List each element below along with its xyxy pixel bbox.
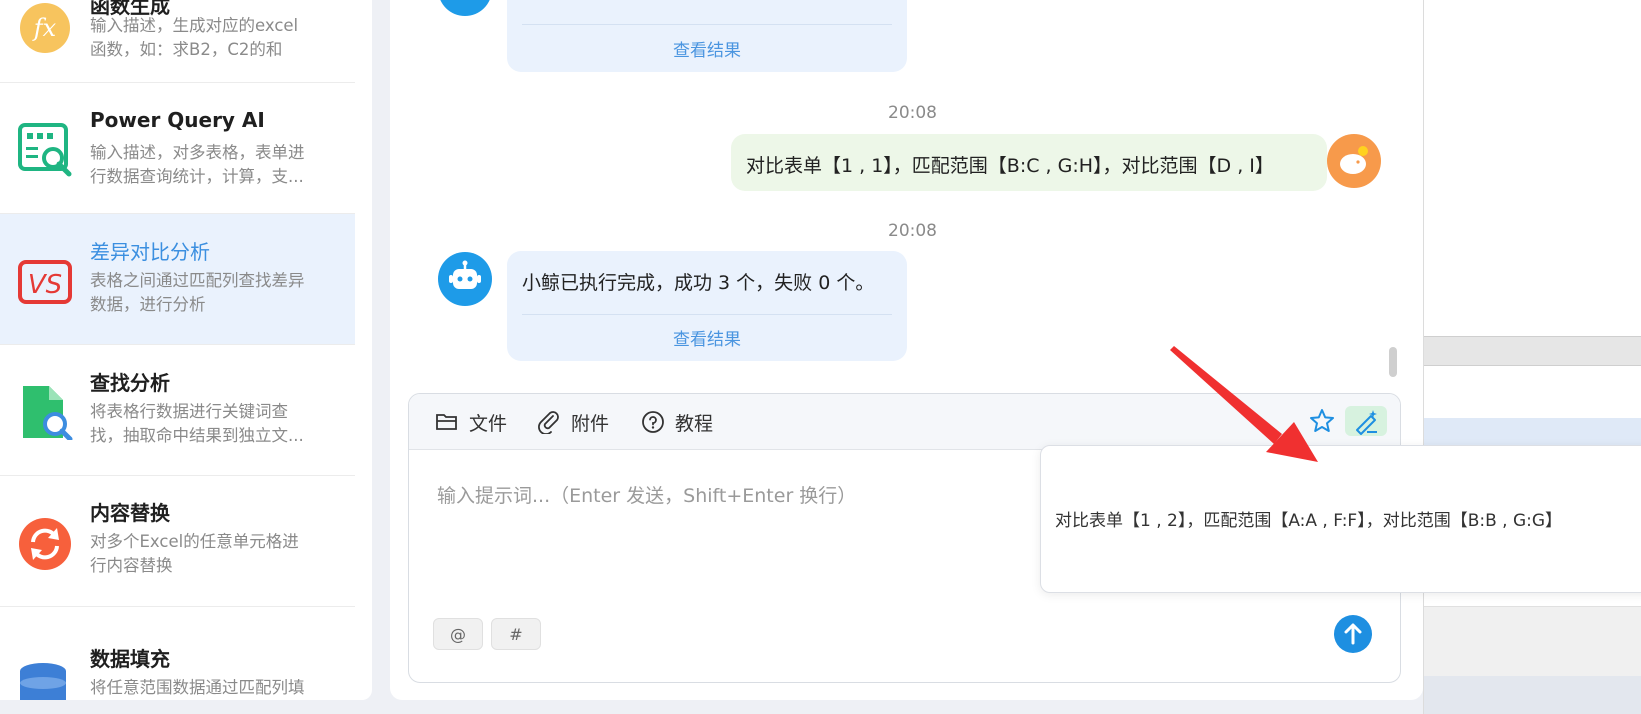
background-row: [1424, 336, 1641, 366]
sidebar-item-data-fill[interactable]: 数据填充 将任意范围数据通过匹配列填: [0, 607, 355, 700]
user-message-bubble: 对比表单【1 , 1】，匹配范围【B:C , G:H】，对比范围【D , I】: [731, 134, 1327, 191]
sidebar-item-title: 数据填充: [90, 647, 170, 671]
message-timestamp: 20:08: [888, 221, 937, 241]
mention-button[interactable]: @: [433, 618, 483, 650]
help-circle-icon: [642, 411, 664, 433]
sidebar-item-title: 差异对比分析: [90, 240, 210, 264]
sidebar-item-title: 内容替换: [90, 501, 170, 525]
suggestion-text[interactable]: 对比表单【1 , 2】，匹配范围【A:A , F:F】，对比范围【B:B , G…: [1055, 506, 1562, 531]
sidebar-item-title: Power Query AI: [90, 108, 265, 132]
fx-icon: fx: [20, 3, 70, 53]
arrow-up-icon: [1344, 623, 1362, 645]
database-icon: [20, 663, 66, 700]
bot-message-text: 小鲸已执行完成，成功 3 个，失败 0 个。: [522, 272, 875, 294]
sidebar-item-desc: 输入描述，生成对应的excel 函数，如：求B2，C2的和: [90, 16, 299, 59]
piggy-bank-icon: [1340, 146, 1368, 174]
background-row: [1424, 676, 1641, 714]
sidebar-item-desc: 将表格行数据进行关键词查 找，抽取命中结果到独立文...: [90, 402, 304, 445]
bubble-divider: [522, 314, 892, 315]
hashtag-button[interactable]: #: [491, 618, 541, 650]
bubble-divider: [522, 24, 892, 25]
bot-message-bubble: 查看结果: [507, 0, 907, 72]
suggestion-popup[interactable]: 对比表单【1 , 2】，匹配范围【A:A , F:F】，对比范围【B:B , G…: [1040, 445, 1641, 593]
sidebar-item-function-gen[interactable]: fx 函数生成 输入描述，生成对应的excel 函数，如：求B2，C2的和: [0, 0, 355, 83]
attach-button[interactable]: 附件: [537, 410, 610, 435]
svg-text:fx: fx: [32, 14, 57, 42]
tutorial-button[interactable]: 教程: [641, 410, 714, 435]
background-row: [1424, 418, 1641, 448]
vs-icon: VS: [18, 260, 72, 304]
user-avatar: [1327, 134, 1381, 188]
bot-message-bubble: 小鲸已执行完成，成功 3 个，失败 0 个。 查看结果: [507, 251, 907, 361]
magic-wand-icon: [1356, 410, 1377, 435]
sidebar-item-desc: 输入描述，对多表格，表单进 行数据查询统计，计算，支...: [90, 143, 305, 186]
file-search-icon: [23, 386, 73, 440]
tutorial-button-label: 教程: [675, 412, 714, 435]
robot-icon: [449, 260, 481, 289]
folder-icon: [436, 414, 457, 430]
sidebar-item-desc: 对多个Excel的任意单元格进 行内容替换: [90, 532, 299, 575]
sidebar-item-power-query[interactable]: Power Query AI 输入描述，对多表格，表单进 行数据查询统计，计算，…: [0, 83, 355, 214]
sidebar-item-title: 查找分析: [90, 371, 170, 395]
file-button[interactable]: 文件: [435, 410, 508, 435]
feature-sidebar: fx 函数生成 输入描述，生成对应的excel 函数，如：求B2，C2的和 Po…: [0, 0, 372, 700]
view-result-link[interactable]: 查看结果: [507, 36, 907, 61]
sidebar-item-diff-analysis[interactable]: VS 差异对比分析 表格之间通过匹配列查找差异 数据，进行分析: [0, 214, 355, 345]
sidebar-item-replace[interactable]: 内容替换 对多个Excel的任意单元格进 行内容替换: [0, 476, 355, 607]
svg-text:VS: VS: [28, 270, 62, 300]
replace-icon: [19, 518, 71, 570]
file-button-label: 文件: [469, 412, 508, 435]
send-button[interactable]: [1334, 615, 1372, 653]
bot-avatar: [438, 252, 492, 306]
background-window: [1423, 0, 1641, 714]
user-message-text: 对比表单【1 , 1】，匹配范围【B:C , G:H】，对比范围【D , I】: [746, 155, 1274, 177]
view-result-link[interactable]: 查看结果: [507, 325, 907, 350]
table-search-icon: [18, 123, 72, 177]
magic-wand-button[interactable]: [1345, 406, 1387, 436]
annotation-arrow-icon: [1170, 346, 1318, 462]
sidebar-item-desc: 将任意范围数据通过匹配列填: [90, 678, 305, 697]
attach-button-label: 附件: [571, 412, 610, 435]
prompt-input[interactable]: 输入提示词...（Enter 发送，Shift+Enter 换行）: [437, 481, 856, 508]
sidebar-item-search-analysis[interactable]: 查找分析 将表格行数据进行关键词查 找，抽取命中结果到独立文...: [0, 345, 355, 476]
paperclip-icon: [538, 411, 559, 434]
message-timestamp: 20:08: [888, 103, 937, 123]
sidebar-item-desc: 表格之间通过匹配列查找差异 数据，进行分析: [90, 271, 305, 314]
background-row: [1424, 606, 1641, 676]
chat-scrollbar[interactable]: [1389, 347, 1397, 377]
